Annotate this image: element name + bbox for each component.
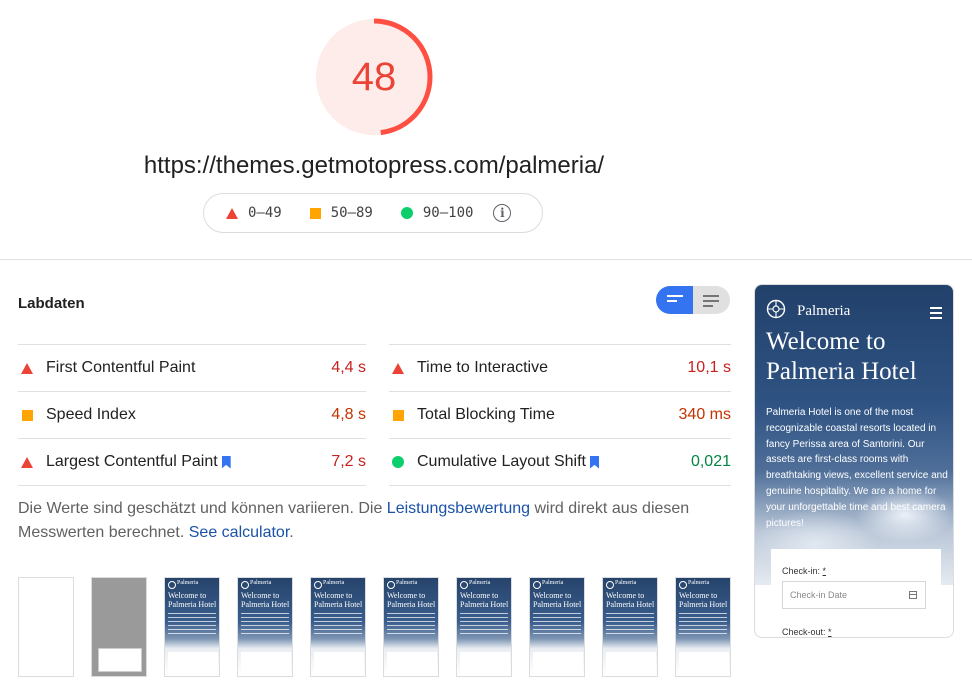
fail-triangle-icon [392,362,404,374]
metric-value: 0,021 [690,453,731,470]
filmstrip-frame: Palmeria Welcome to Palmeria Hotel [456,577,512,677]
filmstrip: Palmeria Welcome to Palmeria Hotel Palmeri… [18,577,738,677]
filmstrip-frame: Palmeria Welcome to Palmeria Hotel [164,577,220,677]
checkin-date-input: Check-in Date [782,581,926,609]
expanded-view-button[interactable] [693,286,730,314]
fail-triangle-icon [21,456,33,468]
preview-brand: Palmeria [797,303,851,319]
metric-value: 4,8 s [331,406,366,423]
lab-data-note: Die Werte sind geschätzt und können vari… [18,497,738,545]
palmeria-logo-icon [766,299,786,319]
metric-first-contentful-paint[interactable]: First Contentful Paint 4,4 s [18,344,366,391]
metric-name: Total Blocking Time [417,406,555,423]
note-text-1: Die Werte sind geschätzt und können vari… [18,500,387,517]
metric-value: 7,2 s [331,453,366,470]
view-toggle [656,286,730,314]
checkin-placeholder: Check-in Date [790,590,848,600]
legend-pass-label: 90–100 [422,205,474,221]
metric-name-wrap: Cumulative Layout Shift [417,453,599,471]
legend-fail-label: 0–49 [248,205,282,221]
bookmark-icon [221,455,231,469]
checkin-label: Check-in: * [782,566,827,576]
info-icon[interactable]: i [493,204,512,222]
filmstrip-frame: Palmeria Welcome to Palmeria Hotel [529,577,585,677]
booking-form-card: Check-in: * Check-in Date Check-out: * [771,549,941,637]
metric-name: Largest Contentful Paint [46,453,218,470]
note-text-3: . [289,524,294,541]
preview-description: Palmeria Hotel is one of the most recogn… [766,407,948,529]
checkout-label: Check-out: * [782,627,832,637]
legend-average: 50–89 [309,205,373,221]
filmstrip-frame: Palmeria Welcome to Palmeria Hotel [675,577,731,677]
filmstrip-frame: Palmeria Welcome to Palmeria Hotel [310,577,366,677]
metric-value: 10,1 s [687,359,731,376]
performance-score-gauge: 48 [313,16,435,138]
fail-triangle-icon [21,362,33,374]
metric-name-wrap: Largest Contentful Paint [46,453,231,471]
metric-name: Speed Index [46,406,136,423]
metric-speed-index[interactable]: Speed Index 4,8 s [18,391,366,438]
legend-average-label: 50–89 [330,205,373,221]
bookmark-icon [589,455,599,469]
metrics-column-right: Time to Interactive 10,1 s Total Blockin… [389,344,731,486]
metric-value: 4,4 s [331,359,366,376]
metric-cumulative-layout-shift[interactable]: Cumulative Layout Shift 0,021 [389,438,731,486]
legend-pass: 90–100 [400,205,474,221]
section-divider [0,259,972,260]
compact-view-button[interactable] [656,286,694,314]
metric-largest-contentful-paint[interactable]: Largest Contentful Paint 7,2 s [18,438,366,486]
metrics-column-left: First Contentful Paint 4,4 s Speed Index… [18,344,366,486]
pass-circle-icon [400,207,413,219]
final-screenshot-preview: Palmeria Welcome to Palmeria Hotel Palme… [754,284,954,638]
average-square-icon [21,409,33,421]
filmstrip-frame: Palmeria Welcome to Palmeria Hotel [237,577,293,677]
filmstrip-frame: Palmeria Welcome to Palmeria Hotel [602,577,658,677]
average-square-icon [392,409,404,421]
hamburger-menu-icon [930,307,942,322]
legend-fail: 0–49 [226,205,282,221]
pass-circle-icon [392,456,404,468]
lab-data-title: Labdaten [18,295,85,312]
performance-score-link[interactable]: Leistungsbewertung [387,500,530,517]
average-square-icon [309,207,321,219]
score-legend: 0–49 50–89 90–100 i [203,193,543,233]
metric-name: Time to Interactive [417,359,549,376]
compact-view-icon [667,295,683,305]
filmstrip-frame: Palmeria Welcome to Palmeria Hotel [383,577,439,677]
see-calculator-link[interactable]: See calculator [189,524,290,541]
filmstrip-frame [18,577,74,677]
filmstrip-frame [91,577,147,677]
fail-triangle-icon [226,207,238,219]
expanded-view-icon [703,295,719,310]
tested-url: https://themes.getmotopress.com/palmeria… [143,152,605,179]
metric-name: First Contentful Paint [46,359,196,376]
calendar-icon [909,591,917,599]
performance-score-value: 48 [351,54,397,99]
preview-headline: Welcome to Palmeria Hotel [766,328,917,385]
metric-total-blocking-time[interactable]: Total Blocking Time 340 ms [389,391,731,438]
metric-value: 340 ms [678,406,731,423]
metric-time-to-interactive[interactable]: Time to Interactive 10,1 s [389,344,731,391]
metric-name: Cumulative Layout Shift [417,453,586,470]
